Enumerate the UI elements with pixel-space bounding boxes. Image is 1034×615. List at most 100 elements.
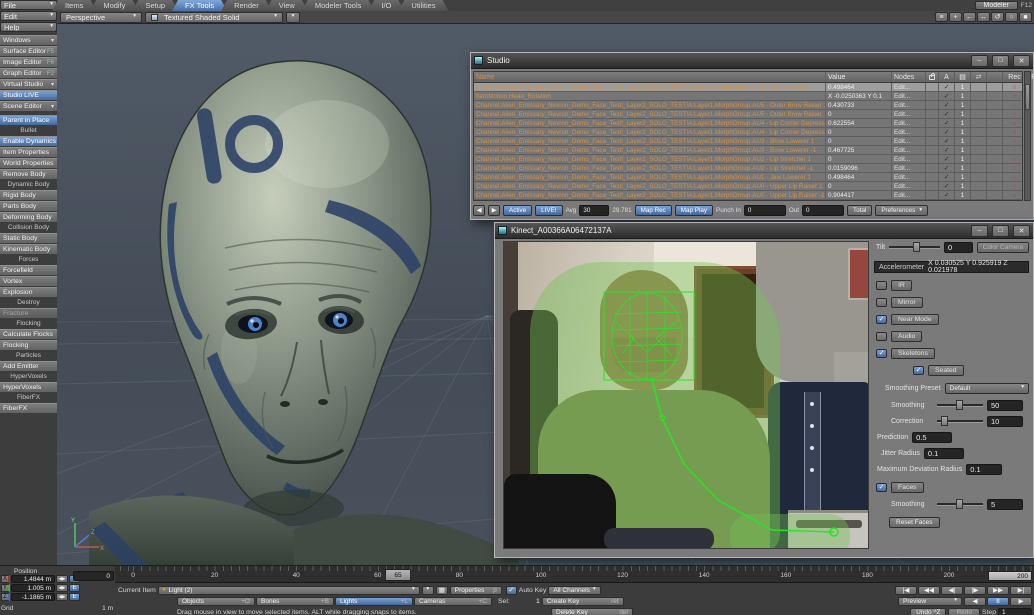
viewport-options-dropdown[interactable]: ▾ [286,12,300,23]
sidebar-item[interactable]: Vortex [0,276,57,286]
bones-button[interactable]: Bones+B [256,597,334,606]
active-toggle[interactable]: Active [503,205,532,216]
prediction-field[interactable]: 0.5 [912,432,952,443]
jitter-radius-field[interactable]: 0.1 [924,448,964,459]
audio-toggle[interactable]: Audio [891,331,922,342]
go-start-button[interactable]: |◀ [895,586,917,595]
next-key-button[interactable]: ▶▶ [987,586,1009,595]
minimize-button[interactable]: – [971,225,988,237]
x-nudge-button[interactable]: ◀▶ [56,575,68,583]
sidebar-item[interactable]: Forces [0,255,57,264]
next-frame-button[interactable]: |▶ [964,586,986,595]
correction-field[interactable]: 10 [987,416,1023,427]
studio-titlebar[interactable]: Studio – □ ✕ [471,53,1033,69]
range-start-field[interactable]: 0 [73,571,114,581]
sidebar-item[interactable]: FiberFX [0,393,57,402]
prev-key-button[interactable]: ◀◀ [918,586,940,595]
faces-smoothing-field[interactable]: 5 [987,499,1023,510]
shading-mode-dropdown[interactable]: Textured Shaded Solid ▾ [145,12,283,23]
minimize-button[interactable]: – [971,55,988,67]
near-mode-toggle[interactable]: Near Mode [891,314,939,325]
timeline-ruler[interactable]: 020406080100120140160180200 65 [115,566,1034,583]
sidebar-item[interactable]: Item Properties [0,147,57,157]
tab[interactable]: Modify [90,0,138,11]
lights-button[interactable]: Lights+L [335,597,413,606]
sidebar-item[interactable]: Flocking [0,340,57,350]
mirror-checkbox[interactable]: ✓ [876,298,887,307]
sidebar-item[interactable]: Graph EditorF2 [0,68,57,78]
Channel:Alien_Emissary_Nevron_Demo_Face_Test!_Layer2_SOLO_TEST!A:Layer1.MorphGroup.AU2 - Lip Stretcher -1[interactable]: Channel:Alien_Emissary_Nevron_Demo_Face_… [474,164,1022,173]
sidebar-item[interactable]: Rigid Body [0,190,57,200]
preview-dropdown[interactable]: Preview▾ [898,597,962,606]
tab[interactable]: Setup [132,0,178,11]
sidebar-item[interactable]: Surface EditorF5 [0,46,57,56]
Channel:Alien_Emissary_Nevron_Demo_Face_Test!_Layer2_SOLO_TEST!A:Layer1.MorphGroup.AU3 - Brow Lowerer -1[interactable]: Channel:Alien_Emissary_Nevron_Demo_Face_… [474,146,1022,155]
faces-smoothing-slider[interactable] [937,503,983,506]
near-mode-checkbox[interactable]: ✓ [876,315,887,324]
studio-scrollbar[interactable] [1024,71,1031,201]
edit-menu[interactable]: Edit▾ [0,11,57,21]
go-end-button[interactable]: ▶| [1010,586,1032,595]
cameras-button[interactable]: Cameras+C [414,597,492,606]
sidebar-item[interactable]: HyperVoxels [0,382,57,392]
sidebar-item[interactable]: World Properties [0,158,57,168]
modeler-button[interactable]: Modeler [975,1,1018,10]
current-item-dropdown[interactable]: ▾ Light (2) ▾ [158,586,420,595]
help-menu[interactable]: Help▾ [0,22,57,32]
max-deviation-field[interactable]: 0.1 [966,464,1002,475]
y-nudge-button[interactable]: ◀▶ [56,584,68,592]
step-field[interactable]: 1 [998,608,1032,615]
range-end-field[interactable]: 200 [988,571,1032,581]
sidebar-item[interactable]: Parts Body [0,201,57,211]
Channel:Alien_Emissary_Nevron_Demo_Face_Test!_Layer2_SOLO_TEST!A:Layer1.MorphGroup.AU1 - Jaw Lowerer 1[interactable]: Channel:Alien_Emissary_Nevron_Demo_Face_… [474,83,1022,92]
ItemMotion:Head_Rotation[interactable]: ItemMotion:Head_Rotation X -0.0250363 Y … [474,92,1022,101]
tab[interactable]: Utilities [398,0,448,11]
play-reverse-button[interactable]: ◀ [964,597,986,606]
skeletons-checkbox[interactable]: ✓ [876,349,887,358]
undo-button[interactable]: Undo ^Z [910,608,946,615]
timeline-playhead[interactable]: 65 [385,569,411,581]
file-menu[interactable]: File▾ [0,0,57,10]
item-list-button[interactable]: ▦ [436,586,448,595]
sidebar-item[interactable]: FiberFX [0,403,57,413]
smoothing-slider[interactable] [937,404,983,407]
Channel:Alien_Emissary_Nevron_Demo_Face_Test!_Layer2_SOLO_TEST!A:Layer1.MorphGroup.AU5 - Outer Brow Raiser -1[interactable]: Channel:Alien_Emissary_Nevron_Demo_Face_… [474,110,1022,119]
menu-icon[interactable]: ≡ [935,12,948,22]
sidebar-item[interactable]: Collision Body [0,223,57,232]
punch-in-field[interactable]: 0 [744,205,786,216]
redo-button[interactable]: Redo [948,608,980,615]
pan-left-icon[interactable]: ← [963,12,976,22]
seated-toggle[interactable]: Seated [928,365,964,376]
sidebar-item[interactable]: Bullet [0,126,57,135]
tab[interactable]: Items [52,0,96,11]
mirror-toggle[interactable]: Mirror [891,297,923,308]
z-envelope-button[interactable]: E [69,593,80,601]
ir-toggle[interactable]: IR [891,280,912,291]
prev-take-button[interactable]: ◀ [473,205,485,216]
tilt-slider[interactable] [889,246,940,249]
sidebar-item[interactable]: Calculate Flocks [0,329,57,339]
sidebar-item[interactable]: Deforming Body [0,212,57,222]
maximize-button[interactable]: □ [992,55,1009,67]
tilt-field[interactable]: 0 [944,242,973,253]
item-history-button[interactable]: ▾ [422,586,434,595]
objects-button[interactable]: Objects+O [177,597,255,606]
play-forward-button[interactable]: ▶ [1010,597,1032,606]
punch-out-field[interactable]: 0 [802,205,844,216]
sidebar-item[interactable]: Windows [0,35,57,45]
zoom-icon[interactable]: ○ [1005,12,1018,22]
tab[interactable]: View [266,0,308,11]
Channel:Alien_Emissary_Nevron_Demo_Face_Test!_Layer2_SOLO_TEST!A:Layer1.MorphGroup.AU4 - Lip Corner Depressor -1[interactable]: Channel:Alien_Emissary_Nevron_Demo_Face_… [474,128,1022,137]
sidebar-item[interactable]: Remove Body [0,169,57,179]
Channel:Alien_Emissary_Nevron_Demo_Face_Test!_Layer2_SOLO_TEST!A:Layer1.MorphGroup.AU3 - Brow Lowerer 1[interactable]: Channel:Alien_Emissary_Nevron_Demo_Face_… [474,137,1022,146]
Channel:Alien_Emissary_Nevron_Demo_Face_Test!_Layer2_SOLO_TEST!A:Layer1.MorphGroup.AU4 - Lip Corner Depressor 1[interactable]: Channel:Alien_Emissary_Nevron_Demo_Face_… [474,119,1022,128]
sidebar-item[interactable]: Dynamic Body [0,180,57,189]
delete-key-button[interactable]: Delete Keydel [551,608,633,615]
seated-checkbox[interactable]: ✓ [913,366,924,375]
sidebar-item[interactable]: Image EditorF6 [0,57,57,67]
preferences-dropdown[interactable]: Preferences▾ [875,205,928,216]
sidebar-item[interactable]: Scene Editor [0,101,57,111]
maximize-button[interactable]: □ [992,225,1009,237]
fit-view-icon[interactable]: ■ [1019,12,1032,22]
close-button[interactable]: ✕ [1013,55,1030,67]
